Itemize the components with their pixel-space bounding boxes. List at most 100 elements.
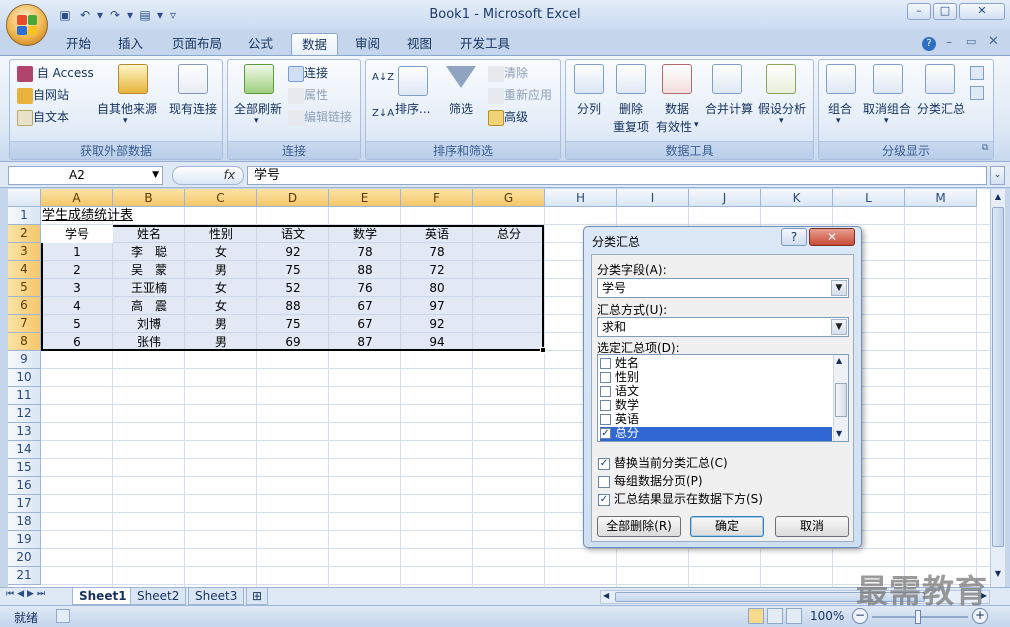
data-cell[interactable]: 4 (41, 297, 113, 315)
group-label-btn[interactable]: 组合 (828, 100, 852, 117)
from-access-button[interactable]: 自 Access (17, 64, 94, 82)
scroll-down-icon[interactable]: ▼ (992, 569, 1004, 581)
page-layout-view-icon[interactable] (767, 608, 783, 624)
subtotal-items-list[interactable]: 姓名 性别 语文 数学 英语 ✓ 总分 ▲ ▼ (597, 354, 849, 442)
data-cell[interactable]: 88 (329, 261, 401, 279)
text-to-columns-label[interactable]: 分列 (577, 100, 601, 117)
chevron-down-icon[interactable]: ▼ (152, 167, 159, 184)
tab-home[interactable]: 开始 (56, 33, 101, 55)
row-header-18[interactable]: 18 (8, 513, 41, 531)
sheet-title-cell[interactable]: 学生成绩统计表 (42, 207, 133, 225)
dialog-launcher-icon[interactable]: ⧉ (982, 143, 988, 153)
dialog-help-button[interactable]: ? (781, 228, 807, 246)
row-header-8[interactable]: 8 (8, 333, 41, 351)
data-cell[interactable]: 75 (257, 261, 329, 279)
data-cell[interactable] (473, 333, 545, 351)
filter-icon[interactable] (446, 66, 476, 88)
data-cell[interactable]: 2 (41, 261, 113, 279)
subtotal-item[interactable]: 英语 (600, 413, 832, 427)
data-cell[interactable]: 69 (257, 333, 329, 351)
help-icon[interactable]: ? (922, 37, 936, 51)
connections-button[interactable]: 连接 (288, 64, 328, 82)
select-all-corner[interactable] (8, 189, 41, 207)
checkbox-checked-icon[interactable]: ✓ (598, 493, 610, 506)
column-header-e[interactable]: E (329, 189, 401, 207)
zoom-slider-thumb[interactable] (915, 610, 921, 624)
maximize-button[interactable]: □ (933, 3, 957, 20)
data-cell[interactable]: 张伟 (113, 333, 185, 351)
data-cell[interactable]: 6 (41, 333, 113, 351)
name-box[interactable]: A2 ▼ (8, 166, 163, 185)
subtotal-item[interactable]: ✓ 总分 (600, 427, 832, 441)
data-cell[interactable] (473, 279, 545, 297)
column-header-c[interactable]: C (185, 189, 257, 207)
column-header-b[interactable]: B (113, 189, 185, 207)
properties-button[interactable]: 属性 (288, 86, 328, 104)
data-cell[interactable] (473, 297, 545, 315)
sort-descending-button[interactable]: Z↓A (372, 108, 394, 119)
insert-function-button[interactable]: fx (172, 166, 244, 185)
dialog-close-button[interactable]: ✕ (809, 228, 855, 246)
refresh-all-button[interactable] (244, 64, 274, 94)
data-cell[interactable]: 80 (401, 279, 473, 297)
scroll-up-icon[interactable]: ▲ (992, 192, 1004, 204)
remove-duplicates-label-2[interactable]: 重复项 (613, 118, 649, 135)
row-header-1[interactable]: 1 (8, 207, 41, 225)
column-header-l[interactable]: L (833, 189, 905, 207)
checkbox-unchecked-icon[interactable] (600, 358, 611, 369)
header-cell[interactable]: 总分 (473, 225, 545, 243)
data-cell[interactable]: 3 (41, 279, 113, 297)
remove-duplicates-label[interactable]: 删除 (619, 100, 643, 117)
vertical-scrollbar[interactable]: ▲ ▼ (990, 189, 1005, 587)
edit-links-button[interactable]: 编辑链接 (288, 108, 352, 126)
header-cell[interactable]: 性别 (185, 225, 257, 243)
data-cell[interactable]: 88 (257, 297, 329, 315)
existing-connections-label[interactable]: 现有连接 (169, 100, 217, 117)
refresh-all-label[interactable]: 全部刷新 (234, 100, 282, 117)
checkbox-checked-icon[interactable]: ✓ (598, 457, 610, 470)
insert-sheet-icon[interactable]: ⊞ (246, 588, 268, 605)
summary-below-option[interactable]: ✓ 汇总结果显示在数据下方(S) (598, 490, 763, 507)
data-cell[interactable]: 吴 蒙 (113, 261, 185, 279)
data-cell[interactable]: 李 聪 (113, 243, 185, 261)
data-cell[interactable]: 王亚楠 (113, 279, 185, 297)
data-validation-label-2[interactable]: 有效性 (656, 118, 692, 135)
tab-data[interactable]: 数据 (291, 33, 339, 55)
data-cell[interactable]: 92 (257, 243, 329, 261)
page-break-option[interactable]: 每组数据分页(P) (598, 472, 703, 489)
data-cell[interactable]: 1 (41, 243, 113, 261)
chevron-down-icon[interactable]: ▼ (831, 319, 847, 335)
data-cell[interactable]: 男 (185, 333, 257, 351)
header-cell[interactable]: 学号 (41, 225, 113, 243)
other-sources-button[interactable] (112, 64, 148, 94)
subtotal-item[interactable]: 姓名 (600, 357, 832, 371)
checkbox-unchecked-icon[interactable] (598, 475, 610, 488)
subtotal-button[interactable] (925, 64, 955, 94)
normal-view-icon[interactable] (748, 608, 764, 624)
expand-formula-icon[interactable]: ⌄ (990, 166, 1005, 185)
data-cell[interactable]: 男 (185, 261, 257, 279)
checkbox-unchecked-icon[interactable] (600, 414, 611, 425)
row-header-9[interactable]: 9 (8, 351, 41, 369)
checkbox-unchecked-icon[interactable] (600, 400, 611, 411)
sheet-tab-3[interactable]: Sheet3 (188, 588, 245, 605)
data-cell[interactable]: 78 (401, 243, 473, 261)
consolidate-button[interactable] (712, 64, 742, 94)
filter-button[interactable]: 筛选 (449, 100, 473, 117)
office-button[interactable] (6, 4, 48, 46)
what-if-label[interactable]: 假设分析 (758, 100, 806, 117)
column-header-h[interactable]: H (545, 189, 617, 207)
row-header-19[interactable]: 19 (8, 531, 41, 549)
reapply-button[interactable]: 重新应用 (488, 86, 552, 104)
scroll-down-icon[interactable]: ▼ (836, 429, 842, 438)
row-header-7[interactable]: 7 (8, 315, 41, 333)
data-cell[interactable]: 女 (185, 279, 257, 297)
scroll-up-icon[interactable]: ▲ (836, 356, 842, 365)
replace-current-option[interactable]: ✓ 替换当前分类汇总(C) (598, 454, 728, 471)
row-header-4[interactable]: 4 (8, 261, 41, 279)
sort-button[interactable] (398, 66, 428, 96)
text-to-columns-button[interactable] (574, 64, 604, 94)
column-header-k[interactable]: K (761, 189, 833, 207)
checkbox-unchecked-icon[interactable] (600, 386, 611, 397)
sort-label[interactable]: 排序... (395, 100, 430, 117)
